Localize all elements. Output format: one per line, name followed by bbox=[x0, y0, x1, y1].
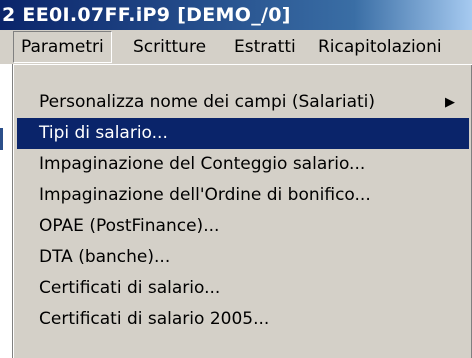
menu-item-label: Certificati di salario 2005... bbox=[39, 309, 270, 329]
menu-parametri[interactable]: Parametri bbox=[13, 31, 112, 63]
menu-item-dta-banche[interactable]: DTA (banche)... bbox=[17, 242, 469, 273]
submenu-arrow-icon: ▶ bbox=[445, 95, 455, 110]
menu-scritture[interactable]: Scritture bbox=[126, 30, 213, 64]
menu-bar: Parametri Scritture Estratti Ricapitolaz… bbox=[0, 30, 472, 65]
background-window-strip bbox=[0, 64, 13, 358]
menu-item-label: OPAE (PostFinance)... bbox=[39, 216, 220, 236]
menu-item-tipi-di-salario[interactable]: Tipi di salario... bbox=[17, 118, 469, 149]
window-title-bar: 2 EE0I.07FF.iP9 [DEMO_/0] bbox=[0, 0, 472, 30]
menu-item-personalizza-nome-campi[interactable]: Personalizza nome dei campi (Salariati) … bbox=[17, 87, 469, 118]
menu-ricapitolazioni[interactable]: Ricapitolazioni bbox=[311, 30, 449, 64]
menu-item-certificati-di-salario[interactable]: Certificati di salario... bbox=[17, 273, 469, 304]
menu-item-label: Impaginazione del Conteggio salario... bbox=[39, 154, 366, 174]
menu-estratti[interactable]: Estratti bbox=[227, 30, 303, 64]
menu-item-impaginazione-conteggio-salario[interactable]: Impaginazione del Conteggio salario... bbox=[17, 149, 469, 180]
menu-item-label: Personalizza nome dei campi (Salariati) bbox=[39, 92, 376, 112]
menu-item-label: Certificati di salario... bbox=[39, 278, 221, 298]
background-marker bbox=[0, 128, 3, 150]
parametri-dropdown-menu: Personalizza nome dei campi (Salariati) … bbox=[13, 64, 472, 358]
menu-item-label: DTA (banche)... bbox=[39, 247, 171, 267]
menu-item-label: Tipi di salario... bbox=[39, 123, 168, 143]
menu-item-impaginazione-ordine-bonifico[interactable]: Impaginazione dell'Ordine di bonifico... bbox=[17, 180, 469, 211]
menu-item-certificati-di-salario-2005[interactable]: Certificati di salario 2005... bbox=[17, 304, 469, 335]
menu-item-label: Impaginazione dell'Ordine di bonifico... bbox=[39, 185, 371, 205]
window-title: 2 EE0I.07FF.iP9 [DEMO_/0] bbox=[2, 4, 291, 26]
menu-item-opae-postfinance[interactable]: OPAE (PostFinance)... bbox=[17, 211, 469, 242]
